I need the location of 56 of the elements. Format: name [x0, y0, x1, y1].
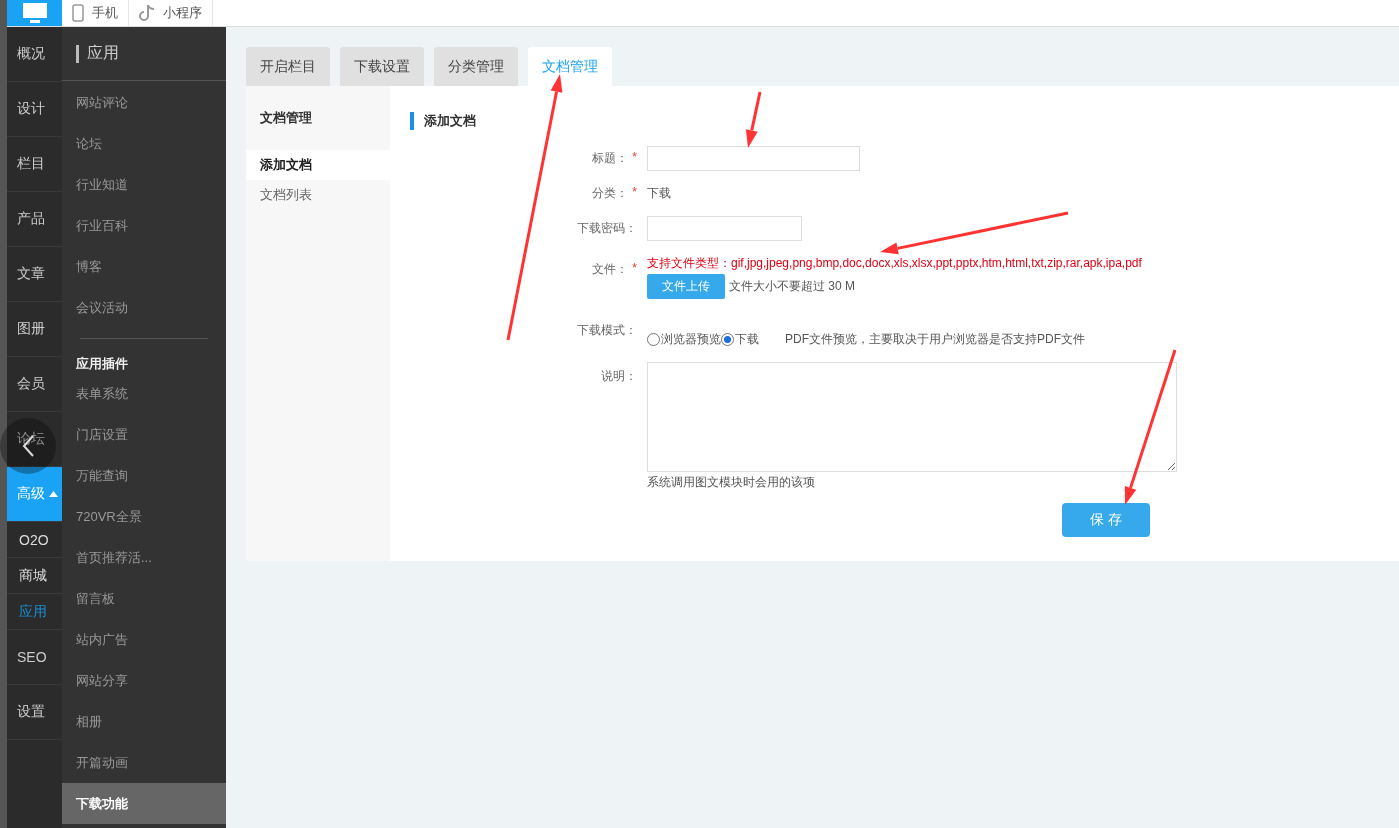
section-title: 添加文档 — [424, 112, 476, 130]
field-label: 说明： — [601, 368, 637, 385]
menu-heading: 应用插件 — [75, 355, 129, 373]
radio-icon[interactable] — [647, 333, 660, 346]
field-label: 文件： — [592, 261, 629, 278]
menu-item[interactable]: 站内广告 — [62, 619, 226, 660]
required-mark: * — [632, 261, 637, 277]
menu-item[interactable]: 留言板 — [62, 578, 226, 619]
tab[interactable]: 开启栏目 — [246, 47, 330, 86]
radio-option[interactable]: 浏览器预览 — [647, 331, 721, 348]
menu-title: 应用 — [87, 43, 119, 63]
radio-icon[interactable] — [721, 333, 734, 346]
menu-item[interactable]: 首页推荐活... — [62, 537, 226, 578]
menu-item[interactable]: 相册 — [62, 701, 226, 742]
tab[interactable]: 下载设置 — [340, 47, 424, 86]
menu-item[interactable]: 720VR全景 — [62, 496, 226, 537]
phone-icon — [72, 4, 84, 22]
note-icon — [139, 4, 155, 22]
menu-item[interactable]: 文档列表 — [246, 180, 390, 210]
field-label: 标题： — [592, 150, 629, 167]
menu-item[interactable]: 网站评论 — [62, 82, 226, 123]
required-mark: * — [632, 185, 637, 201]
menu-item[interactable]: 万能查询 — [62, 455, 226, 496]
description-field[interactable] — [647, 362, 1177, 472]
field-value: 下载 — [647, 186, 671, 200]
menu-item[interactable]: 开篇动画 — [62, 742, 226, 783]
required-mark: * — [632, 150, 637, 166]
top-tab[interactable]: 小程序 — [129, 0, 213, 26]
mode-note: PDF文件预览，主要取决于用户浏览器是否支持PDF文件 — [785, 331, 1085, 348]
menu-item[interactable]: 网站分享 — [62, 660, 226, 701]
menu-item[interactable]: 论坛 — [62, 123, 226, 164]
menu-item[interactable]: 行业百科 — [62, 205, 226, 246]
top-tab[interactable]: 手机 — [62, 0, 129, 26]
nav-item[interactable]: 高级 — [7, 467, 62, 522]
menu-item[interactable]: 表单系统 — [62, 373, 226, 414]
annotation-arrow — [745, 91, 762, 148]
menu-item[interactable]: 会议活动 — [62, 287, 226, 328]
file-types-text: 支持文件类型：gif,jpg,jpeg,png,bmp,doc,docx,xls,xlsx,ppt,pptx,htm,html,txt,zip,rar,apk,ipa,pdf — [647, 255, 1143, 272]
radio-option[interactable]: 下载 — [721, 331, 759, 348]
menu-item[interactable]: 博客 — [62, 246, 226, 287]
menu-item[interactable]: 行业知道 — [62, 164, 226, 205]
tab[interactable]: 分类管理 — [434, 47, 518, 86]
input-field[interactable] — [647, 216, 802, 241]
help-text: 系统调用图文模块时会用的该项 — [647, 474, 816, 491]
field-label: 下载模式： — [577, 322, 637, 339]
menu-title: 文档管理 — [259, 109, 313, 127]
monitor-icon[interactable] — [7, 0, 62, 26]
field-label: 分类： — [592, 185, 629, 202]
menu-item[interactable]: 下载功能 — [62, 783, 226, 824]
tab[interactable]: 文档管理 — [528, 47, 612, 86]
menu-item[interactable]: 添加文档 — [246, 150, 390, 180]
floating-back-button[interactable] — [0, 418, 56, 474]
field-label: 下载密码： — [577, 220, 637, 237]
menu-item[interactable]: 门店设置 — [62, 414, 226, 455]
size-note: 文件大小不要超过 30 M — [729, 278, 855, 295]
input-field[interactable] — [647, 146, 860, 171]
